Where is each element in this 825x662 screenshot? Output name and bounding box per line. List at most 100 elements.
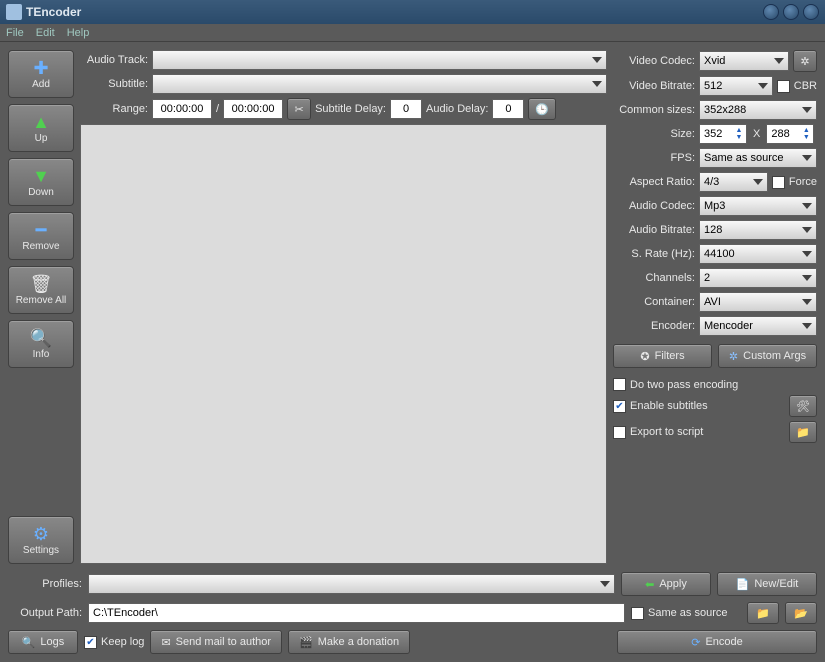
- target-icon: ✪: [640, 350, 649, 363]
- minimize-button[interactable]: [763, 4, 779, 20]
- maximize-button[interactable]: [783, 4, 799, 20]
- subtitle-select[interactable]: [152, 74, 607, 94]
- export-script-checkbox[interactable]: Export to script: [613, 426, 785, 439]
- main-area: Audio Track: Subtitle: Range: / ✂ Subtit…: [80, 50, 607, 564]
- two-pass-checkbox[interactable]: Do two pass encoding: [613, 378, 817, 391]
- video-codec-select[interactable]: Xvid: [699, 51, 789, 71]
- channels-label: Channels:: [613, 272, 695, 284]
- width-spin[interactable]: 352▲▼: [699, 124, 747, 144]
- encoder-label: Encoder:: [613, 320, 695, 332]
- donate-button[interactable]: 🎬Make a donation: [288, 630, 410, 654]
- spin-down-icon: ▼: [801, 134, 811, 141]
- chevron-down-icon: [802, 107, 812, 113]
- enable-subs-checkbox[interactable]: ✔Enable subtitles: [613, 400, 785, 413]
- range-sep: /: [216, 103, 219, 115]
- cut-range-button[interactable]: ✂: [287, 98, 311, 120]
- filters-button[interactable]: ✪Filters: [613, 344, 712, 368]
- common-sizes-label: Common sizes:: [613, 104, 695, 116]
- spin-up-icon: ▲: [734, 127, 744, 134]
- magnifier-icon: 🔍: [30, 329, 52, 347]
- spin-up-icon: ▲: [801, 127, 811, 134]
- chevron-down-icon: [802, 323, 812, 329]
- folder-open-icon: 📂: [794, 607, 808, 620]
- profiles-select[interactable]: [88, 574, 615, 594]
- send-mail-button[interactable]: ✉Send mail to author: [150, 630, 282, 654]
- chevron-down-icon: [774, 58, 784, 64]
- arrow-up-icon: ▲: [32, 113, 50, 131]
- audio-codec-select[interactable]: Mp3: [699, 196, 817, 216]
- chevron-down-icon: [758, 83, 768, 89]
- audio-track-select[interactable]: [152, 50, 607, 70]
- scissors-icon: ✂: [294, 103, 303, 116]
- keep-log-checkbox[interactable]: ✔Keep log: [84, 636, 144, 649]
- new-edit-button[interactable]: 📄New/Edit: [717, 572, 817, 596]
- container-select[interactable]: AVI: [699, 292, 817, 312]
- container-label: Container:: [613, 296, 695, 308]
- output-path-input[interactable]: [88, 603, 625, 623]
- chevron-down-icon: [802, 155, 812, 161]
- video-codec-settings-button[interactable]: ✲: [793, 50, 817, 72]
- arrow-left-icon: ⬅: [645, 578, 654, 591]
- mail-icon: ✉: [161, 636, 170, 649]
- down-button[interactable]: ▼ Down: [8, 158, 74, 206]
- subtitle-delay-input[interactable]: [390, 99, 422, 119]
- open-output-button[interactable]: 📂: [785, 602, 817, 624]
- encoder-select[interactable]: Mencoder: [699, 316, 817, 336]
- video-bitrate-select[interactable]: 512: [699, 76, 773, 96]
- script-folder-button[interactable]: 📁: [789, 421, 817, 443]
- chevron-down-icon: [592, 57, 602, 63]
- preview-area: [80, 124, 607, 564]
- settings-button[interactable]: ⚙ Settings: [8, 516, 74, 564]
- delay-reset-button[interactable]: 🕒: [528, 98, 556, 120]
- video-codec-label: Video Codec:: [613, 55, 695, 67]
- same-as-source-checkbox[interactable]: Same as source: [631, 607, 741, 620]
- chevron-down-icon: [802, 203, 812, 209]
- encode-button[interactable]: ⟳Encode: [617, 630, 817, 654]
- bottom-bar: Profiles: ⬅Apply 📄New/Edit Output Path: …: [0, 572, 825, 662]
- browse-output-button[interactable]: 📁: [747, 602, 779, 624]
- force-checkbox[interactable]: Force: [772, 176, 817, 189]
- menubar: File Edit Help: [0, 24, 825, 42]
- spin-down-icon: ▼: [734, 134, 744, 141]
- aspect-select[interactable]: 4/3: [699, 172, 768, 192]
- remove-all-button[interactable]: 🗑 Remove All: [8, 266, 74, 314]
- common-sizes-select[interactable]: 352x288: [699, 100, 817, 120]
- remove-button[interactable]: ━ Remove: [8, 212, 74, 260]
- add-button[interactable]: ✚ Add: [8, 50, 74, 98]
- menu-help[interactable]: Help: [67, 27, 90, 39]
- chevron-down-icon: [592, 81, 602, 87]
- menu-file[interactable]: File: [6, 27, 24, 39]
- magnifier-icon: 🔍: [22, 636, 36, 649]
- chevron-down-icon: [600, 581, 610, 587]
- subtitle-settings-button[interactable]: 🛠: [789, 395, 817, 417]
- audio-delay-input[interactable]: [492, 99, 524, 119]
- subtitle-delay-label: Subtitle Delay:: [315, 103, 386, 115]
- apply-button[interactable]: ⬅Apply: [621, 572, 711, 596]
- channels-select[interactable]: 2: [699, 268, 817, 288]
- range-end-input[interactable]: [223, 99, 283, 119]
- chevron-down-icon: [802, 299, 812, 305]
- gear-icon: ⚙: [33, 525, 49, 543]
- audio-delay-label: Audio Delay:: [426, 103, 488, 115]
- cbr-checkbox[interactable]: CBR: [777, 80, 817, 93]
- gear-icon: ✲: [729, 350, 738, 363]
- audio-bitrate-select[interactable]: 128: [699, 220, 817, 240]
- close-button[interactable]: [803, 4, 819, 20]
- output-path-label: Output Path:: [8, 607, 82, 619]
- plus-icon: ✚: [33, 59, 48, 77]
- menu-edit[interactable]: Edit: [36, 27, 55, 39]
- refresh-icon: ⟳: [691, 636, 700, 649]
- audio-bitrate-label: Audio Bitrate:: [613, 224, 695, 236]
- size-label: Size:: [613, 128, 695, 140]
- logs-button[interactable]: 🔍Logs: [8, 630, 78, 654]
- chevron-down-icon: [753, 179, 763, 185]
- info-button[interactable]: 🔍 Info: [8, 320, 74, 368]
- fps-select[interactable]: Same as source: [699, 148, 817, 168]
- range-label: Range:: [80, 103, 148, 115]
- up-button[interactable]: ▲ Up: [8, 104, 74, 152]
- srate-select[interactable]: 44100: [699, 244, 817, 264]
- window-buttons: [763, 4, 819, 20]
- height-spin[interactable]: 288▲▼: [766, 124, 814, 144]
- custom-args-button[interactable]: ✲Custom Args: [718, 344, 817, 368]
- range-start-input[interactable]: [152, 99, 212, 119]
